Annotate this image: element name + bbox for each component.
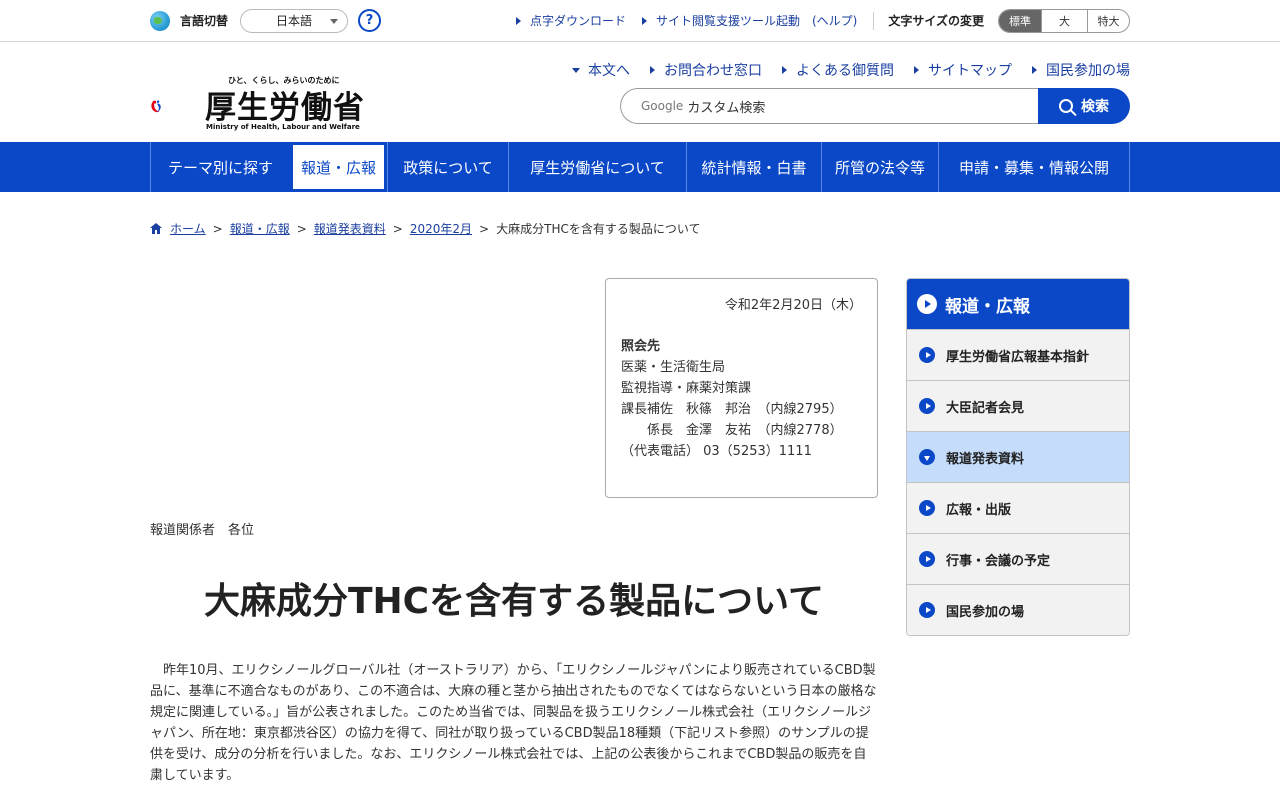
font-size-label: 文字サイズの変更 <box>888 14 984 28</box>
home-icon <box>150 223 162 234</box>
triangle-right-icon <box>1032 66 1037 74</box>
logo-english: Ministry of Health, Labour and Welfare <box>206 123 360 131</box>
side-nav-heading[interactable]: 報道・広報 <box>907 279 1129 329</box>
global-nav: テーマ別に探す 報道・広報 政策について 厚生労働省について 統計情報・白書 所… <box>0 142 1280 192</box>
page-title: 大麻成分THCを含有する製品について <box>203 581 825 622</box>
public-participation-link[interactable]: 国民参加の場 <box>1032 60 1130 80</box>
chevron-down-icon <box>330 18 339 24</box>
font-size-standard-button[interactable]: 標準 <box>999 9 1041 32</box>
utility-bar: 言語切替 日本語 ? 点字ダウンロード サイト閲覧支援ツール起動 (ヘルプ) 文… <box>0 0 1280 42</box>
side-item-pr-policy[interactable]: 厚生労働省広報基本指針 <box>907 329 1129 380</box>
header-links: 本文へ お問合わせ窓口 よくある御質問 サイトマップ 国民参加の場 <box>552 60 1130 80</box>
triangle-down-icon <box>572 67 580 73</box>
triangle-right-icon <box>641 16 647 25</box>
side-item-publications[interactable]: 広報・出版 <box>907 482 1129 533</box>
language-select[interactable]: 日本語 <box>240 8 349 33</box>
utility-links: 点字ダウンロード サイト閲覧支援ツール起動 (ヘルプ) 文字サイズの変更 標準 … <box>500 8 1130 33</box>
mhlw-logo-icon[interactable] <box>150 78 200 134</box>
search-input[interactable]: Google カスタム検索 <box>620 88 1040 124</box>
arrow-right-circle-icon <box>919 500 935 516</box>
contact-link[interactable]: お問合わせ窓口 <box>650 60 762 80</box>
google-brand-label: Google <box>641 99 684 113</box>
arrow-right-circle-icon <box>919 398 935 414</box>
breadcrumb-home[interactable]: ホーム <box>170 220 206 237</box>
arrow-right-circle-icon <box>917 294 937 314</box>
language-help-icon[interactable]: ? <box>358 9 382 32</box>
breadcrumb-press[interactable]: 報道・広報 <box>230 220 290 237</box>
arrow-right-circle-icon <box>919 347 935 363</box>
language-select-value: 日本語 <box>276 14 313 28</box>
side-item-press-releases[interactable]: 報道発表資料 <box>907 431 1129 482</box>
triangle-right-icon <box>650 66 655 74</box>
side-item-participation[interactable]: 国民参加の場 <box>907 584 1129 635</box>
globe-icon <box>150 10 170 31</box>
accessibility-help-link[interactable]: (ヘルプ) <box>812 12 857 29</box>
triangle-right-icon <box>914 66 919 74</box>
contact-box: 令和2年2月20日（木） 照会先 医薬・生活衛生局 監視指導・麻薬対策課 課長補… <box>605 278 878 498</box>
gnav-item-theme[interactable]: テーマ別に探す <box>150 142 290 192</box>
sitemap-link[interactable]: サイトマップ <box>914 60 1012 80</box>
gnav-item-applications[interactable]: 申請・募集・情報公開 <box>938 142 1130 192</box>
breadcrumb-month[interactable]: 2020年2月 <box>410 220 472 237</box>
breadcrumb-separator: > <box>296 221 307 236</box>
breadcrumb: ホーム > 報道・広報 > 報道発表資料 > 2020年2月 > 大麻成分THC… <box>150 220 700 237</box>
gnav-item-about[interactable]: 厚生労働省について <box>508 142 686 192</box>
language-label: 言語切替 <box>180 14 229 28</box>
triangle-right-icon <box>782 66 787 74</box>
arrow-right-circle-icon <box>919 551 935 567</box>
divider <box>873 11 875 30</box>
side-item-events[interactable]: 行事・会議の予定 <box>907 533 1129 584</box>
accessibility-tool-link[interactable]: サイト閲覧支援ツール起動 <box>641 12 800 29</box>
breadcrumb-separator: > <box>479 221 490 236</box>
contact-line: 監視指導・麻薬対策課 <box>621 381 752 396</box>
gnav-item-statistics[interactable]: 統計情報・白書 <box>686 142 821 192</box>
arrow-down-circle-icon <box>919 449 935 465</box>
contact-line: 医薬・生活衛生局 <box>621 360 726 375</box>
contact-line: 課長補佐 秋篠 邦治 （内線2795） <box>621 402 843 417</box>
contact-heading: 照会先 <box>621 339 661 354</box>
breadcrumb-separator: > <box>212 221 223 236</box>
breadcrumb-separator: > <box>392 221 403 236</box>
braille-download-link[interactable]: 点字ダウンロード <box>515 12 626 29</box>
contact-line: （代表電話） 03（5253）1111 <box>621 444 812 459</box>
arrow-right-circle-icon <box>919 602 935 618</box>
gnav-item-laws[interactable]: 所管の法令等 <box>821 142 938 192</box>
search-button[interactable]: 検索 <box>1038 88 1130 124</box>
release-date: 令和2年2月20日（木） <box>724 298 862 313</box>
search-icon <box>1059 99 1073 113</box>
skip-to-content-link[interactable]: 本文へ <box>572 60 630 80</box>
font-size-large-button[interactable]: 大 <box>1041 9 1087 32</box>
side-item-press-conference[interactable]: 大臣記者会見 <box>907 380 1129 431</box>
breadcrumb-current: 大麻成分THCを含有する製品について <box>496 222 701 236</box>
article-body: 昨年10月、エリクシノールグローバル社（オーストラリア）から、「エリクシノールジ… <box>150 663 877 783</box>
font-size-switcher: 標準 大 特大 <box>998 8 1130 33</box>
gnav-item-policy[interactable]: 政策について <box>387 142 508 192</box>
breadcrumb-releases[interactable]: 報道発表資料 <box>314 220 386 237</box>
triangle-right-icon <box>515 16 521 25</box>
font-size-xlarge-button[interactable]: 特大 <box>1087 9 1129 32</box>
search-placeholder: カスタム検索 <box>687 100 766 116</box>
logo-title[interactable]: 厚生労働省 <box>205 82 365 127</box>
gnav-item-press[interactable]: 報道・広報 <box>290 142 387 192</box>
contact-line: 係長 金澤 友祐 （内線2778） <box>621 423 843 438</box>
side-nav: 報道・広報 厚生労働省広報基本指針 大臣記者会見 報道発表資料 広報・出版 行事… <box>906 278 1130 636</box>
search-button-label: 検索 <box>1081 99 1109 115</box>
addressee: 報道関係者 各位 <box>150 523 255 538</box>
faq-link[interactable]: よくある御質問 <box>782 60 894 80</box>
